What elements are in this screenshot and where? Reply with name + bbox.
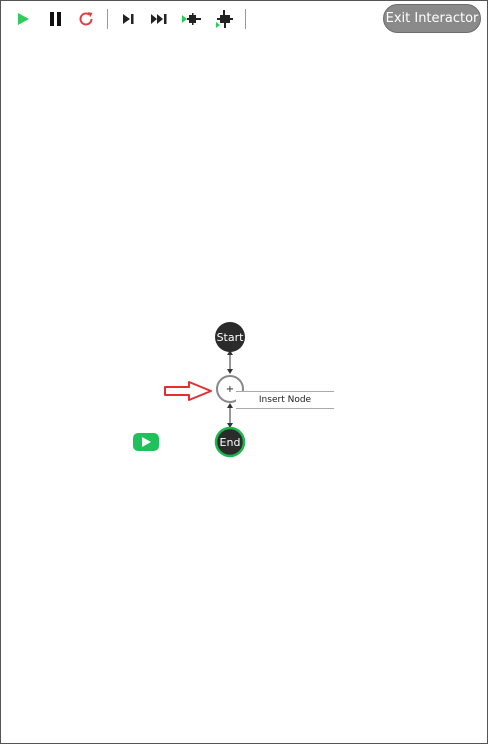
run-flow-button[interactable] bbox=[133, 433, 159, 451]
start-node-label: Start bbox=[216, 330, 244, 344]
end-node-label: End bbox=[219, 435, 241, 449]
pointer-arrow bbox=[164, 381, 212, 401]
connector-arrowhead bbox=[227, 369, 233, 374]
insert-node-tooltip[interactable]: Insert Node bbox=[236, 391, 334, 409]
flow-canvas bbox=[164, 322, 246, 458]
interactor-window: Exit Interactor Start + End Insert Node bbox=[0, 0, 488, 744]
connector-arrowhead bbox=[227, 403, 233, 408]
play-icon bbox=[142, 437, 151, 447]
